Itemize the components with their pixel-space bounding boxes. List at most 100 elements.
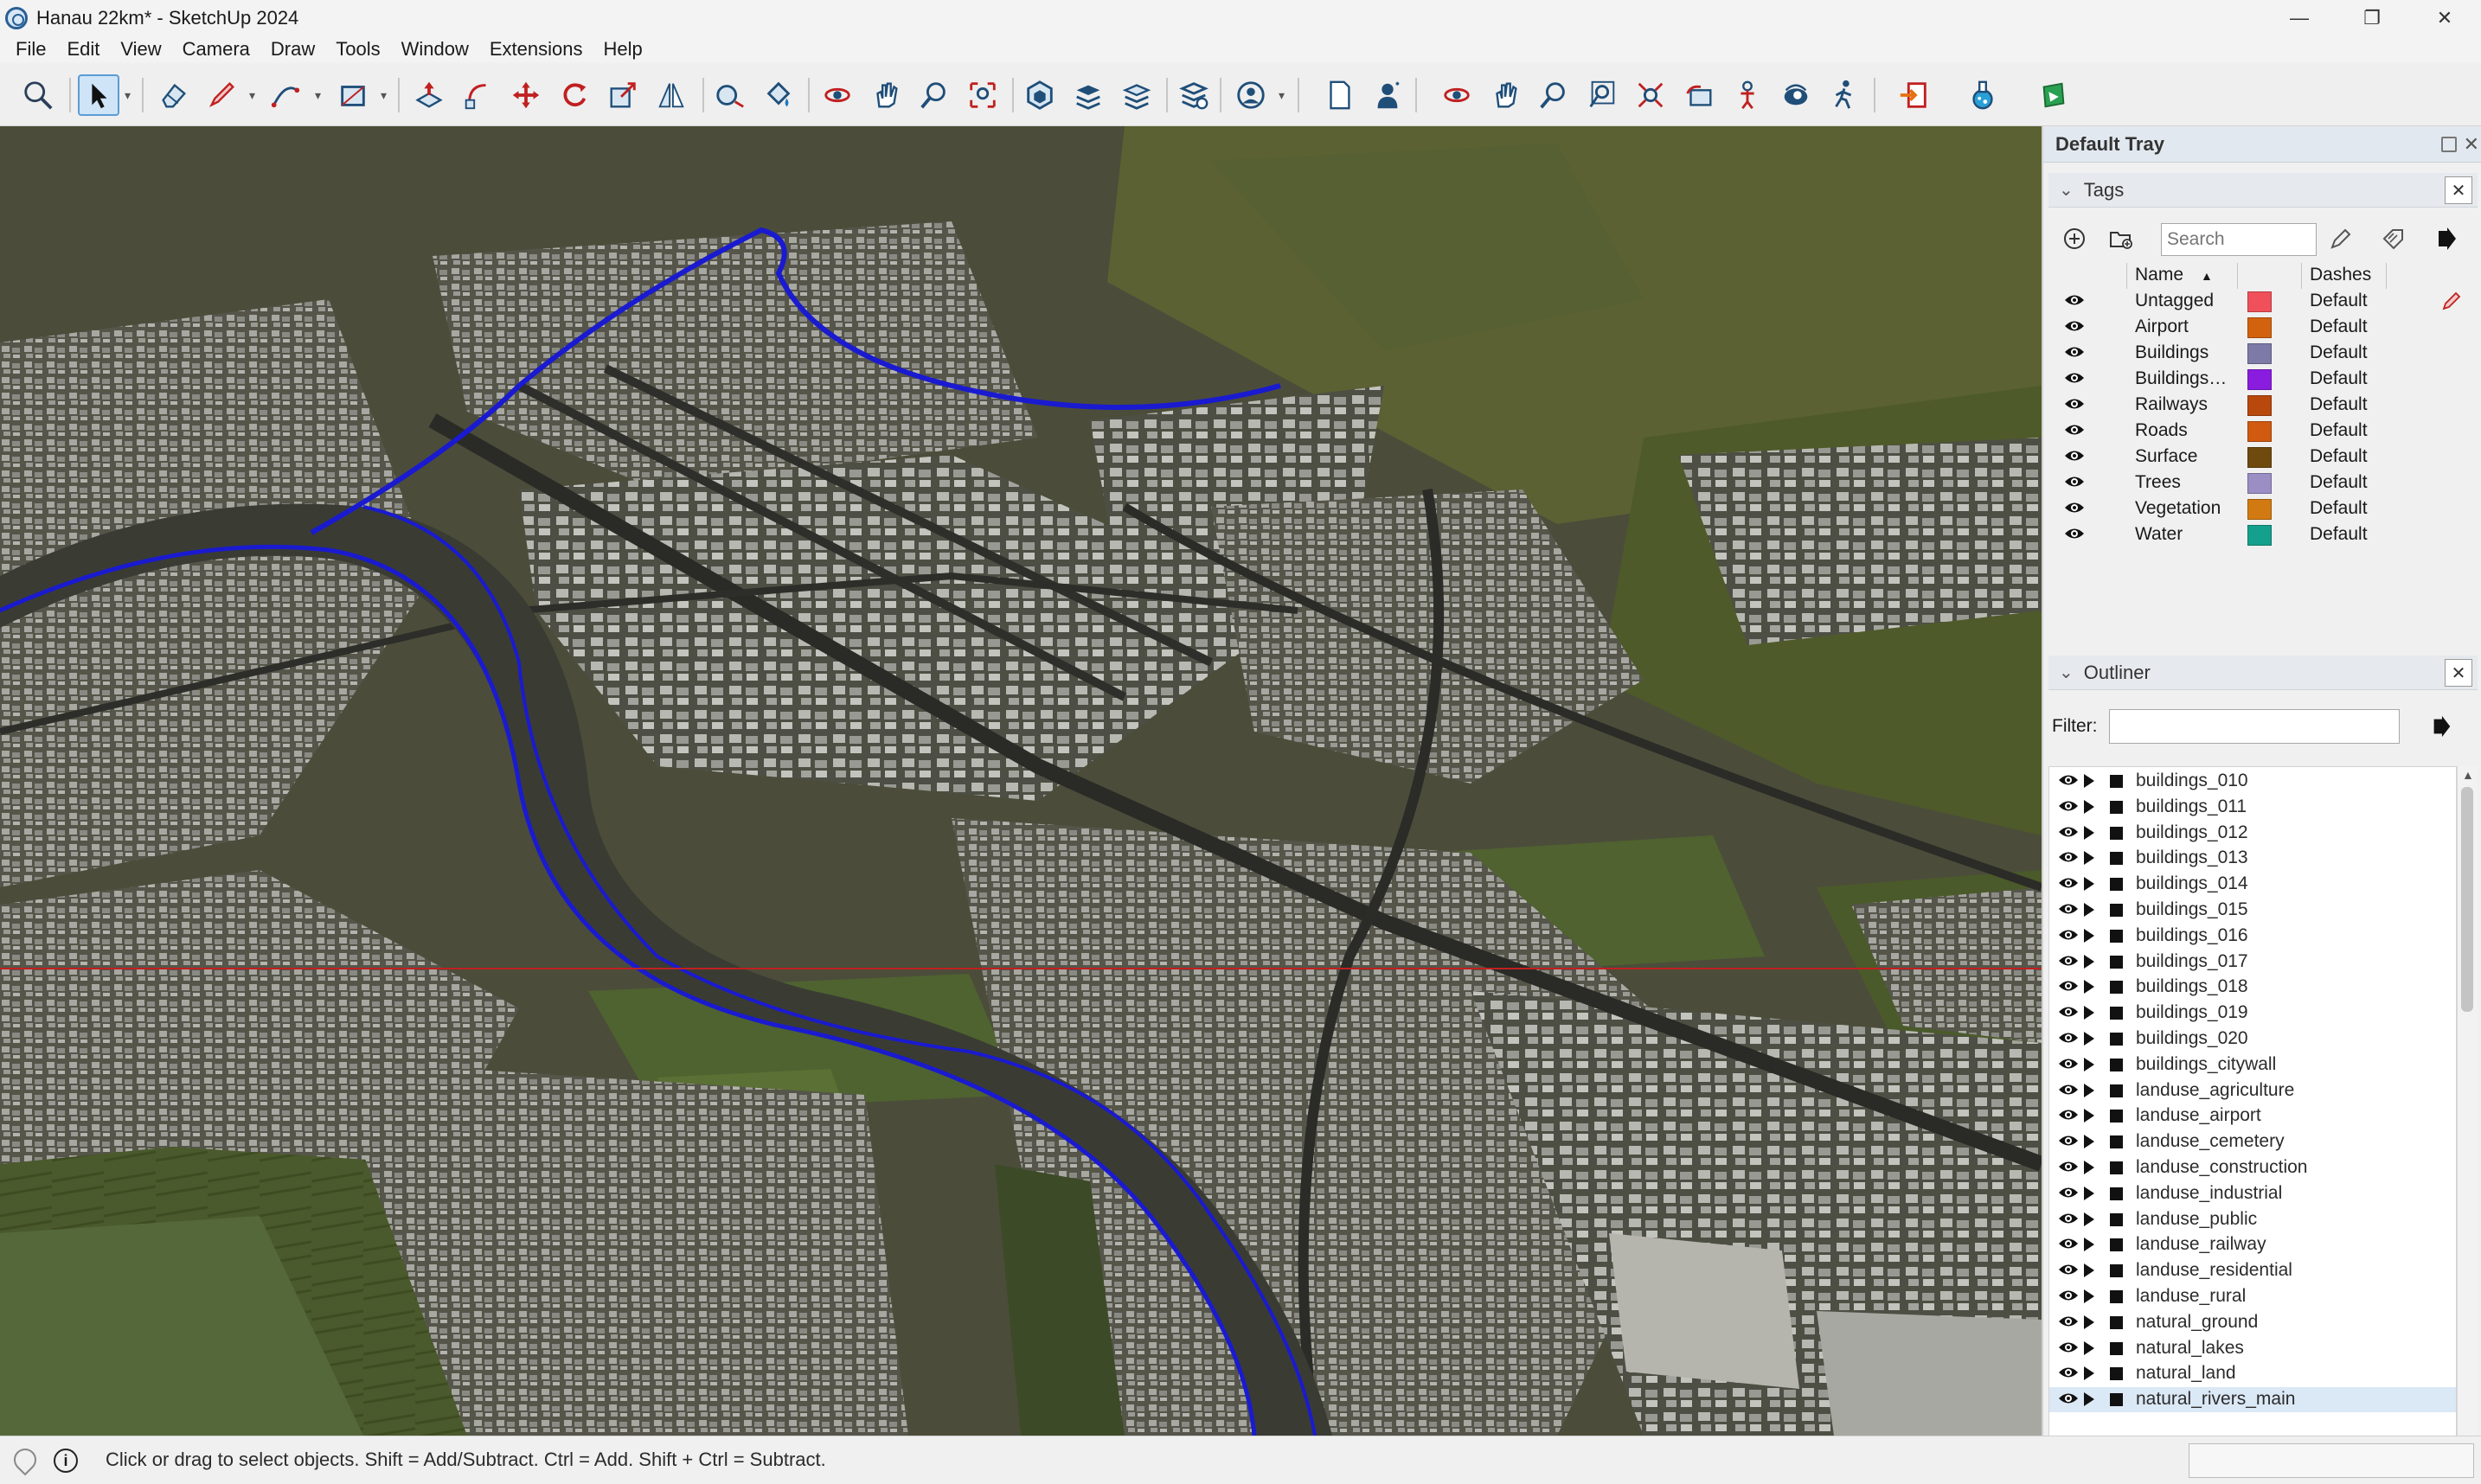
- expand-triangle-icon[interactable]: [2084, 1135, 2094, 1149]
- rectangle-icon[interactable]: [332, 74, 374, 116]
- expand-triangle-icon[interactable]: [2084, 1161, 2094, 1174]
- extension-warehouse-icon[interactable]: [2033, 74, 2074, 116]
- outliner-item[interactable]: landuse_railway: [2049, 1232, 2456, 1257]
- zoom-extents-icon-2[interactable]: [1630, 74, 1671, 116]
- tag-row[interactable]: Untagged Default: [2048, 289, 2478, 315]
- visibility-eye-icon[interactable]: [2058, 953, 2079, 974]
- flip-icon[interactable]: [651, 74, 692, 116]
- outliner-item[interactable]: natural_land: [2049, 1361, 2456, 1386]
- visibility-eye-icon[interactable]: [2064, 500, 2085, 521]
- visibility-eye-icon[interactable]: [2058, 1185, 2079, 1206]
- chevron-down-icon[interactable]: ⌄: [2059, 662, 2074, 683]
- outliner-scrollbar[interactable]: ▲ ▼: [2457, 766, 2478, 1484]
- tag-color-swatch[interactable]: [2247, 473, 2272, 494]
- visibility-eye-icon[interactable]: [2058, 1056, 2079, 1077]
- components-icon[interactable]: [1019, 74, 1061, 116]
- visibility-eye-icon[interactable]: [2058, 772, 2079, 793]
- outliner-item[interactable]: buildings_020: [2049, 1027, 2456, 1052]
- position-camera-icon[interactable]: [1727, 74, 1768, 116]
- menu-view[interactable]: View: [112, 38, 173, 61]
- tag-row[interactable]: Buildings Default: [2048, 341, 2478, 367]
- expand-triangle-icon[interactable]: [2084, 1314, 2094, 1329]
- move-icon[interactable]: [505, 74, 547, 116]
- scale-icon[interactable]: [602, 74, 644, 116]
- orbit-icon[interactable]: [817, 74, 858, 116]
- expand-triangle-icon[interactable]: [2084, 1212, 2094, 1226]
- visibility-eye-icon[interactable]: [2058, 1107, 2079, 1128]
- zoom-box-icon[interactable]: [1581, 74, 1623, 116]
- outliner-item[interactable]: natural_rivers_main: [2049, 1387, 2456, 1413]
- tag-color-swatch[interactable]: [2247, 525, 2272, 546]
- outliner-item[interactable]: landuse_airport: [2049, 1103, 2456, 1129]
- expand-triangle-icon[interactable]: [2084, 851, 2094, 866]
- tag-dashes[interactable]: Default: [2310, 291, 2368, 311]
- outliner-tree[interactable]: buildings_010 buildings_011 buildings_012 b…: [2048, 766, 2457, 1484]
- outliner-item[interactable]: landuse_construction: [2049, 1155, 2456, 1180]
- menu-edit[interactable]: Edit: [58, 38, 112, 61]
- visibility-eye-icon[interactable]: [2058, 901, 2079, 922]
- visibility-eye-icon[interactable]: [2058, 824, 2079, 845]
- visibility-eye-icon[interactable]: [2058, 1262, 2079, 1283]
- previous-view-icon[interactable]: [1678, 74, 1720, 116]
- visibility-eye-icon[interactable]: [2058, 1391, 2079, 1411]
- tag-dashes[interactable]: Default: [2310, 368, 2368, 389]
- expand-triangle-icon[interactable]: [2084, 1057, 2094, 1071]
- arc-icon[interactable]: [265, 74, 306, 116]
- outliner-item[interactable]: buildings_019: [2049, 1001, 2456, 1026]
- city-model-render[interactable]: [0, 126, 2042, 1436]
- visibility-eye-icon[interactable]: [2058, 1365, 2079, 1385]
- visibility-eye-icon[interactable]: [2064, 318, 2085, 339]
- menu-draw[interactable]: Draw: [262, 38, 327, 61]
- tag-row[interactable]: Railways Default: [2048, 393, 2478, 419]
- visibility-eye-icon[interactable]: [2064, 526, 2085, 547]
- expand-triangle-icon[interactable]: [2084, 928, 2094, 943]
- expand-triangle-icon[interactable]: [2084, 1032, 2094, 1046]
- tag-dashes[interactable]: Default: [2310, 472, 2368, 493]
- tag-color-swatch[interactable]: [2247, 369, 2272, 390]
- name-column-header[interactable]: Name: [2135, 265, 2183, 285]
- expand-triangle-icon[interactable]: [2084, 1340, 2094, 1355]
- expand-triangle-icon[interactable]: [2084, 1263, 2094, 1278]
- outliner-item[interactable]: landuse_industrial: [2049, 1181, 2456, 1206]
- tag-dashes[interactable]: Default: [2310, 420, 2368, 441]
- add-tag-icon[interactable]: [2059, 223, 2090, 254]
- layers-icon[interactable]: [1067, 74, 1109, 116]
- outliner-item[interactable]: landuse_public: [2049, 1207, 2456, 1232]
- zoom-window-icon[interactable]: [962, 74, 1003, 116]
- outliner-item[interactable]: buildings_010: [2049, 769, 2456, 794]
- outliner-details-arrow-icon[interactable]: [2429, 714, 2453, 743]
- zoom-icon-2[interactable]: [1533, 74, 1574, 116]
- outliner-item[interactable]: landuse_cemetery: [2049, 1129, 2456, 1155]
- eraser-icon[interactable]: [152, 74, 194, 116]
- model-viewport[interactable]: [0, 126, 2042, 1436]
- styles-icon[interactable]: [1173, 74, 1215, 116]
- menu-tools[interactable]: Tools: [327, 38, 392, 61]
- tag-dashes[interactable]: Default: [2310, 394, 2368, 415]
- zoom-extents-icon[interactable]: [17, 74, 59, 116]
- visibility-eye-icon[interactable]: [2058, 927, 2079, 948]
- visibility-eye-icon[interactable]: [2064, 396, 2085, 417]
- tag-row[interactable]: Trees Default: [2048, 470, 2478, 496]
- menu-extensions[interactable]: Extensions: [481, 38, 595, 61]
- add-tag-folder-icon[interactable]: [2106, 223, 2137, 254]
- expand-triangle-icon[interactable]: [2084, 799, 2094, 814]
- select-icon[interactable]: [78, 74, 119, 116]
- tag-row[interactable]: Surface Default: [2048, 445, 2478, 470]
- orbit-icon-2[interactable]: [1436, 74, 1478, 116]
- visibility-eye-icon[interactable]: [2058, 1082, 2079, 1103]
- expand-triangle-icon[interactable]: [2084, 774, 2094, 788]
- outliner-item[interactable]: buildings_011: [2049, 795, 2456, 820]
- visibility-eye-icon[interactable]: [2058, 978, 2079, 999]
- tag-color-swatch[interactable]: [2247, 343, 2272, 364]
- visibility-eye-icon[interactable]: [2064, 370, 2085, 391]
- new-file-icon[interactable]: [1318, 74, 1360, 116]
- visibility-eye-icon[interactable]: [2058, 1004, 2079, 1025]
- expand-triangle-icon[interactable]: [2084, 1083, 2094, 1097]
- visibility-eye-icon[interactable]: [2058, 1288, 2079, 1308]
- profile-icon[interactable]: [1230, 74, 1272, 116]
- scrollbar-thumb[interactable]: [2461, 787, 2473, 1012]
- visibility-eye-icon[interactable]: [2058, 1314, 2079, 1334]
- minimize-button[interactable]: —: [2263, 0, 2336, 36]
- tags-panel-header[interactable]: ⌄ Tags ✕: [2048, 173, 2478, 208]
- paint-bucket-icon[interactable]: [758, 74, 799, 116]
